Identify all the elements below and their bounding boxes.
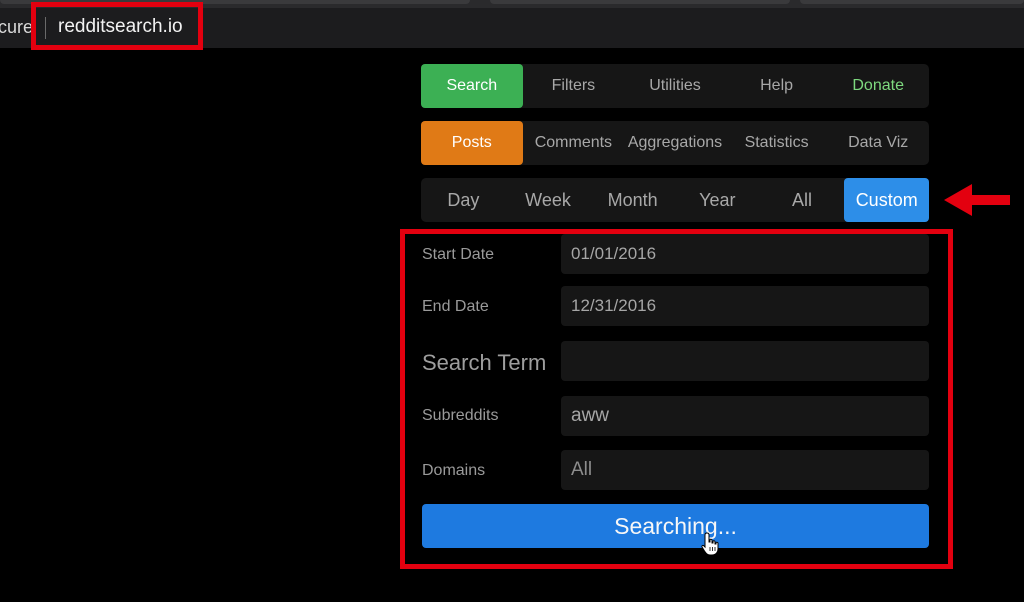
tab-donate[interactable]: Donate: [827, 64, 929, 108]
type-tabs: Posts Comments Aggregations Statistics D…: [421, 121, 929, 165]
hand-pointer-icon: [701, 532, 719, 556]
range-custom[interactable]: Custom: [844, 178, 930, 222]
tab-comments[interactable]: Comments: [523, 121, 625, 165]
time-range-tabs: Day Week Month Year All Custom: [421, 178, 930, 222]
tab-posts[interactable]: Posts: [421, 121, 523, 165]
tab-utilities[interactable]: Utilities: [624, 64, 726, 108]
range-month[interactable]: Month: [590, 178, 675, 222]
secure-indicator: cure: [0, 17, 34, 37]
tab-help[interactable]: Help: [726, 64, 828, 108]
tab-statistics[interactable]: Statistics: [726, 121, 828, 165]
range-week[interactable]: Week: [506, 178, 591, 222]
arrow-left-icon: [944, 184, 1010, 216]
tab-filters[interactable]: Filters: [523, 64, 625, 108]
range-all[interactable]: All: [760, 178, 845, 222]
browser-tab[interactable]: [800, 0, 1024, 4]
browser-tab[interactable]: [490, 0, 790, 4]
form-annotation-box: [400, 229, 953, 569]
page: cure redditsearch.io Search Filters Util…: [0, 0, 1024, 602]
range-year[interactable]: Year: [675, 178, 760, 222]
range-day[interactable]: Day: [421, 178, 506, 222]
url-annotation-box: [31, 2, 203, 50]
tab-aggregations[interactable]: Aggregations: [624, 121, 726, 165]
main-nav: Search Filters Utilities Help Donate: [421, 64, 929, 108]
tab-search[interactable]: Search: [421, 64, 523, 108]
tab-data-viz[interactable]: Data Viz: [827, 121, 929, 165]
